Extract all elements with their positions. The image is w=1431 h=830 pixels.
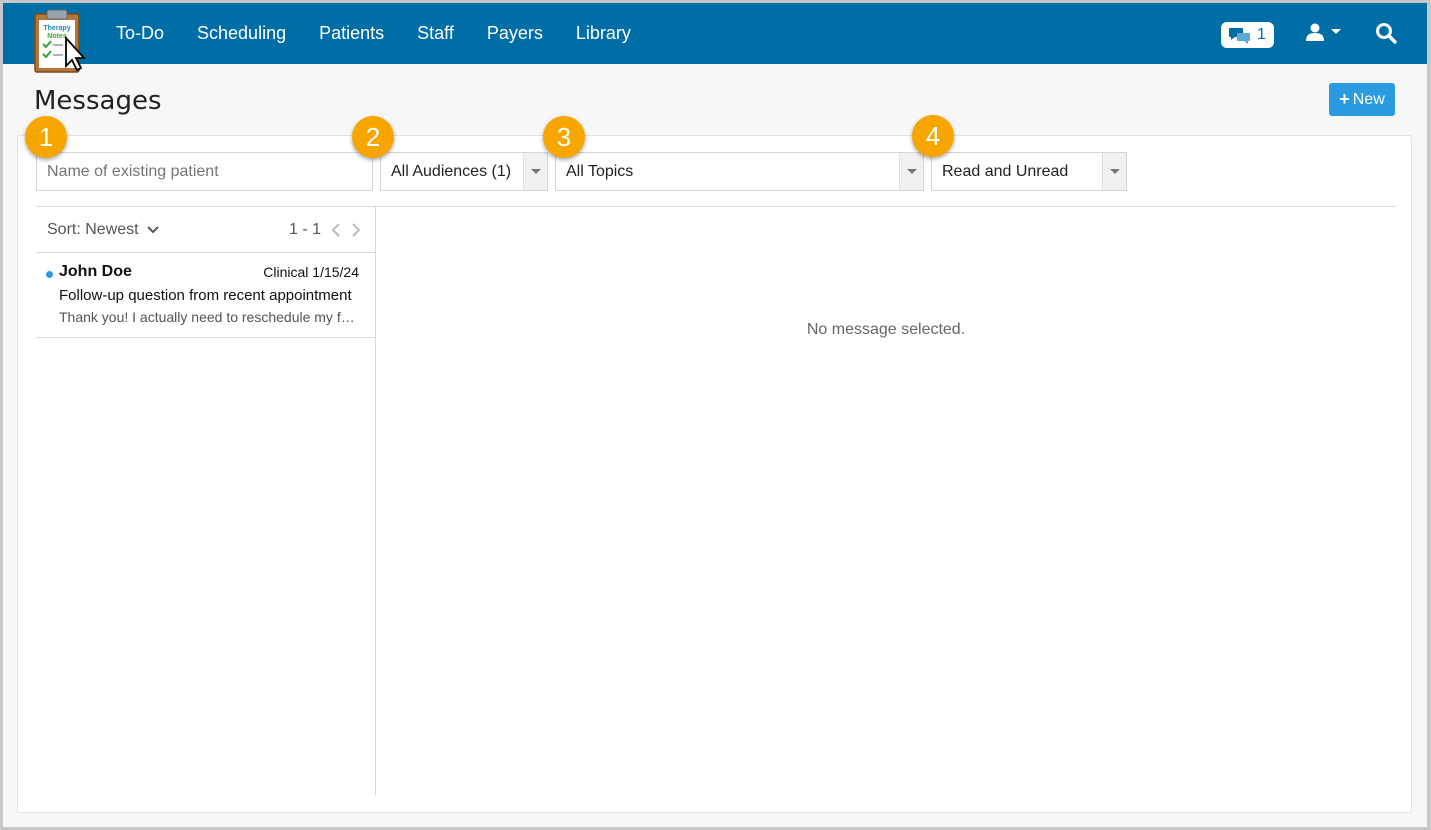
sort-label: Sort: Newest [47, 221, 139, 238]
pager: 1 - 1 [289, 221, 361, 239]
read-state-select[interactable]: Read and Unread [931, 152, 1127, 191]
search-button[interactable] [1375, 22, 1397, 49]
message-meta: Clinical 1/15/24 [263, 264, 359, 280]
top-navbar: Therapy Notes To-Do Scheduling Patients … [3, 3, 1427, 73]
new-message-button[interactable]: + New [1329, 83, 1395, 116]
no-message-selected: No message selected. [806, 321, 966, 338]
audience-select-toggle[interactable] [523, 153, 547, 190]
topic-select-value: All Topics [566, 162, 634, 180]
messages-panel: All Audiences (1) All Topics Read and Un… [17, 135, 1412, 813]
chevron-down-icon [146, 226, 159, 234]
read-state-select-value: Read and Unread [942, 162, 1069, 180]
message-preview: Thank you! I actually need to reschedule… [59, 309, 359, 325]
read-state-select-toggle[interactable] [1102, 153, 1126, 190]
message-subject: Follow-up question from recent appointme… [59, 287, 352, 304]
logo-text-notes: Notes [47, 33, 67, 40]
topic-select-toggle[interactable] [899, 153, 923, 190]
user-icon [1306, 23, 1324, 41]
page-title: Messages [34, 86, 162, 116]
new-button-label: New [1352, 90, 1385, 108]
nav-todo[interactable]: To-Do [116, 23, 164, 44]
callout-badge-3: 3 [543, 116, 585, 158]
audience-select[interactable]: All Audiences (1) [380, 152, 548, 191]
chevron-right-icon[interactable] [351, 223, 361, 237]
pager-range: 1 - 1 [289, 221, 322, 238]
nav-scheduling[interactable]: Scheduling [197, 23, 286, 44]
caret-down-icon [1109, 169, 1120, 174]
callout-badge-2: 2 [352, 116, 394, 158]
chevron-left-icon[interactable] [331, 223, 341, 237]
logo-text-therapy: Therapy [43, 25, 70, 32]
callout-badge-4: 4 [912, 115, 954, 157]
plus-icon: + [1339, 89, 1350, 109]
topic-select[interactable]: All Topics [555, 152, 924, 191]
messages-badge-button[interactable]: 1 [1221, 22, 1274, 48]
user-menu[interactable] [1306, 23, 1342, 41]
sort-dropdown[interactable]: Sort: Newest [47, 221, 159, 239]
message-list-item[interactable]: John Doe Clinical 1/15/24 Follow-up ques… [36, 253, 375, 338]
patient-search-input[interactable] [36, 152, 373, 191]
nav-library[interactable]: Library [576, 23, 631, 44]
filters-divider [36, 206, 1396, 207]
callout-badge-1: 1 [25, 116, 67, 158]
caret-down-icon [530, 169, 541, 174]
main-nav: To-Do Scheduling Patients Staff Payers L… [116, 3, 664, 64]
message-sender: John Doe [59, 263, 132, 280]
search-icon [1376, 23, 1397, 44]
pane-divider [375, 207, 376, 795]
nav-patients[interactable]: Patients [319, 23, 384, 44]
message-count: 1 [1257, 26, 1266, 43]
nav-staff[interactable]: Staff [417, 23, 454, 44]
therapynotes-logo[interactable]: Therapy Notes [33, 8, 89, 74]
unread-indicator [46, 271, 53, 278]
audience-select-value: All Audiences (1) [391, 162, 512, 180]
chat-bubbles-icon [1229, 28, 1251, 44]
app-frame: Therapy Notes To-Do Scheduling Patients … [3, 3, 1427, 827]
caret-down-icon [906, 169, 917, 174]
caret-down-icon [1331, 29, 1341, 34]
nav-payers[interactable]: Payers [487, 23, 543, 44]
